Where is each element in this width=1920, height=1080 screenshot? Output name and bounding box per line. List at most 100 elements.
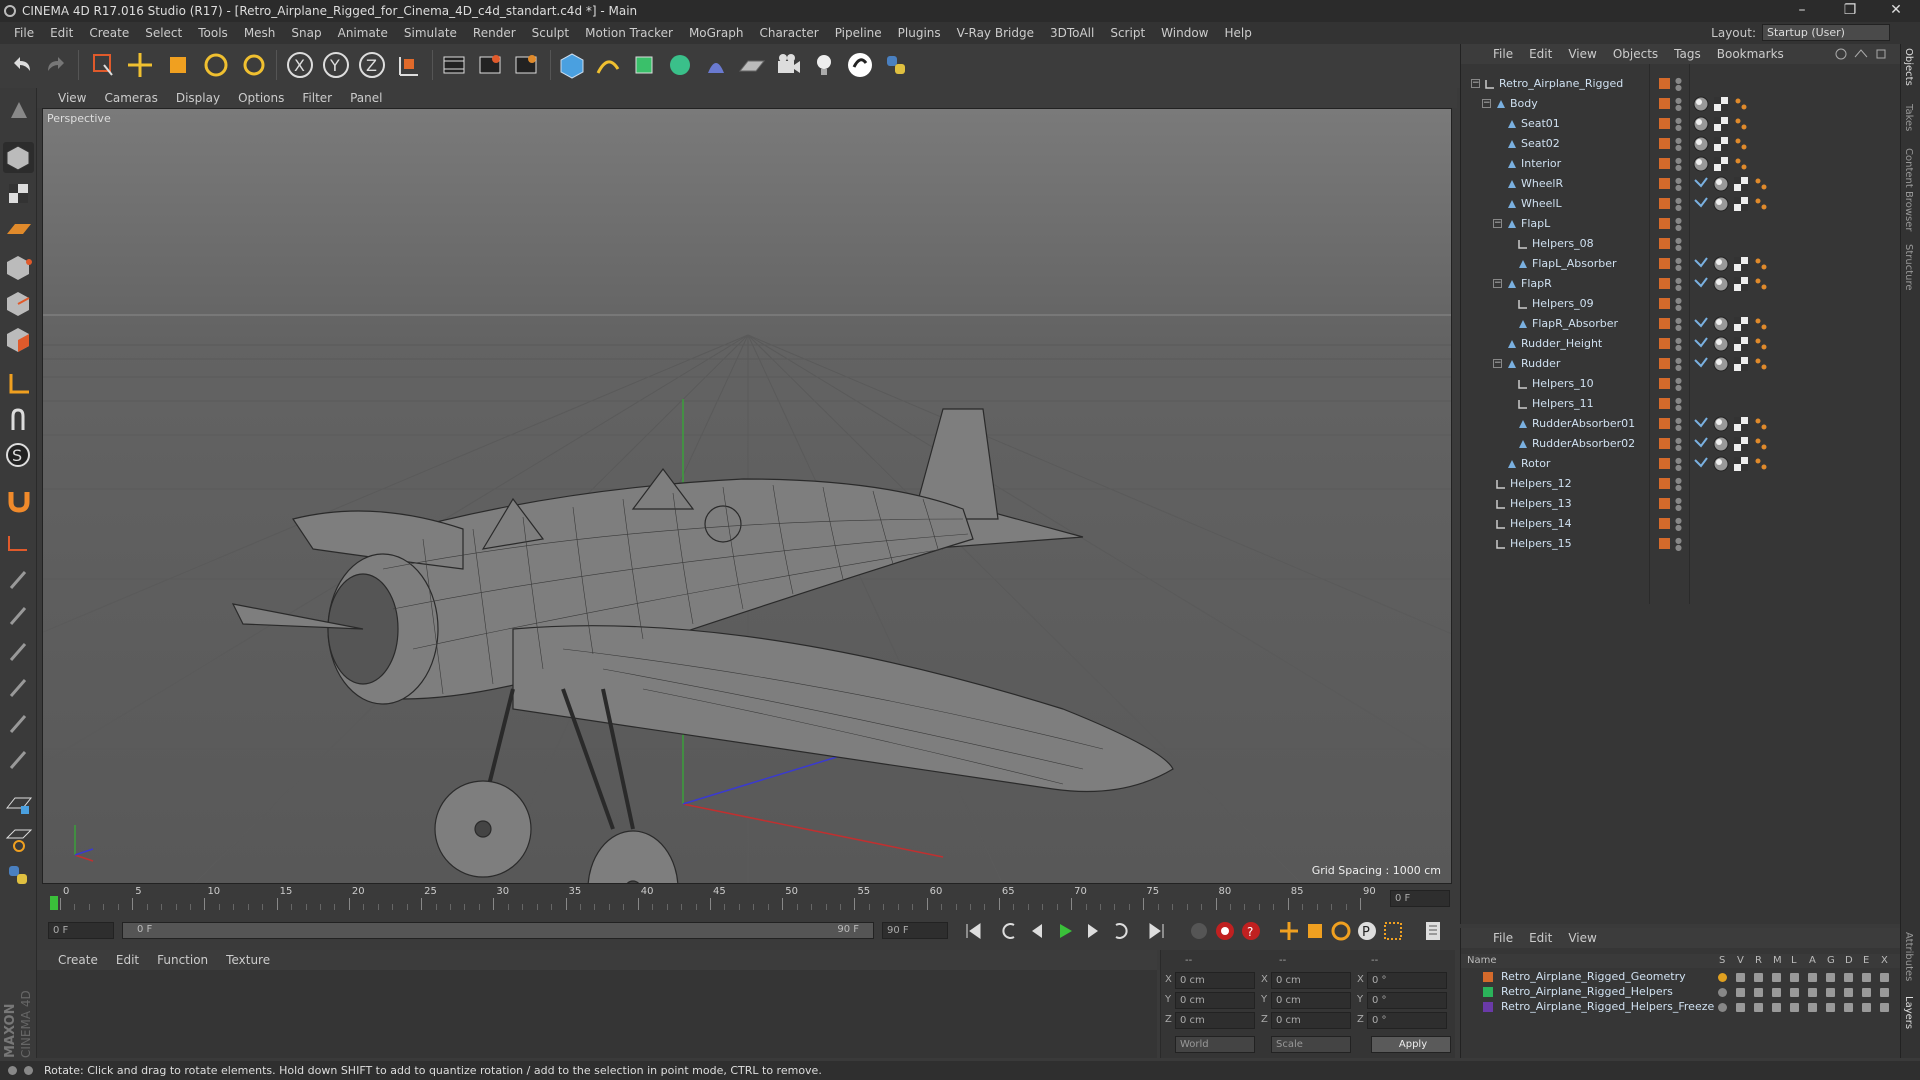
layer-d-toggle-icon[interactable] (1844, 973, 1853, 982)
visibility-toggle-icon[interactable]: ● ● (1675, 517, 1682, 532)
object-row[interactable]: Seat02 ● ● (1461, 134, 1901, 154)
object-row[interactable]: Rotor ● ● (1461, 454, 1901, 474)
paint-brush-icon[interactable] (3, 600, 34, 631)
undo-icon[interactable] (6, 49, 38, 81)
camera-icon[interactable] (772, 49, 804, 81)
layer-g-toggle-icon[interactable] (1826, 973, 1835, 982)
texture-tag-icon[interactable] (1733, 336, 1749, 352)
texture-tag-icon[interactable] (1713, 136, 1729, 152)
polygons-mode-icon[interactable] (3, 324, 34, 355)
menu-pipeline[interactable]: Pipeline (827, 26, 890, 40)
layer-g-toggle-icon[interactable] (1826, 1003, 1835, 1012)
visibility-toggle-icon[interactable]: ● ● (1675, 457, 1682, 472)
material-tag-icon[interactable] (1693, 136, 1709, 152)
weight-tag-icon[interactable] (1733, 156, 1749, 172)
close-button[interactable]: ✕ (1876, 0, 1916, 22)
layer-d-toggle-icon[interactable] (1844, 1003, 1853, 1012)
menu-create[interactable]: Create (81, 26, 137, 40)
next-frame-icon[interactable] (1082, 920, 1104, 942)
visibility-toggle-icon[interactable]: ● ● (1675, 257, 1682, 272)
layer-color-swatch[interactable] (1659, 338, 1670, 349)
layer-x-toggle-icon[interactable] (1880, 973, 1889, 982)
menu-snap[interactable]: Snap (283, 26, 329, 40)
viewport-perspective[interactable]: Perspective Grid Spacing: 1000 cm (42, 108, 1452, 884)
texture-tag-icon[interactable] (1733, 316, 1749, 332)
material-tag-icon[interactable] (1713, 456, 1729, 472)
autokey-icon[interactable]: ? (1240, 920, 1262, 942)
weight-tag-icon[interactable] (1753, 336, 1769, 352)
layer-x-toggle-icon[interactable] (1880, 1003, 1889, 1012)
object-row[interactable]: Helpers_10 ● ● (1461, 374, 1901, 394)
maximize-button[interactable]: ❐ (1830, 0, 1870, 22)
weight-tag-icon[interactable] (1733, 96, 1749, 112)
render-picture-viewer-icon[interactable] (474, 49, 506, 81)
layer-r-toggle-icon[interactable] (1754, 973, 1763, 982)
menu-plugins[interactable]: Plugins (890, 26, 949, 40)
coordinate-space-dropdown[interactable]: World (1175, 1036, 1255, 1053)
layer-v-toggle-icon[interactable] (1736, 1003, 1745, 1012)
cloner-icon[interactable] (664, 49, 696, 81)
texture-mode-icon[interactable] (3, 178, 34, 209)
workplane-lock-icon[interactable] (3, 824, 34, 855)
expand-toggle-icon[interactable]: − (1493, 279, 1502, 288)
menu-mograph[interactable]: MoGraph (681, 26, 752, 40)
floor-icon[interactable] (736, 49, 768, 81)
flatten-brush-icon[interactable] (3, 744, 34, 775)
layer-color-swatch[interactable] (1659, 298, 1670, 309)
timeline-layout-icon[interactable] (1422, 920, 1444, 942)
material-tag-icon[interactable] (1693, 156, 1709, 172)
layer-x-toggle-icon[interactable] (1880, 988, 1889, 997)
layer-color-swatch[interactable] (1659, 178, 1670, 189)
texture-tag-icon[interactable] (1733, 436, 1749, 452)
visibility-toggle-icon[interactable]: ● ● (1675, 417, 1682, 432)
object-row[interactable]: − Retro_Airplane_Rigged ● ● (1461, 74, 1901, 94)
layer-color-swatch[interactable] (1659, 538, 1670, 549)
workplane-icon[interactable] (3, 214, 34, 245)
viewport-menu-filter[interactable]: Filter (293, 91, 341, 105)
visibility-toggle-icon[interactable]: ● ● (1675, 377, 1682, 392)
layer-s-toggle-icon[interactable] (1718, 1003, 1727, 1012)
visibility-toggle-icon[interactable]: ● ● (1675, 177, 1682, 192)
coord-pos-field[interactable]: 0 cm (1175, 1012, 1255, 1029)
make-editable-icon[interactable] (3, 96, 34, 127)
viewport-menu-display[interactable]: Display (167, 91, 229, 105)
texture-tag-icon[interactable] (1733, 416, 1749, 432)
visibility-toggle-icon[interactable]: ● ● (1675, 477, 1682, 492)
end-frame-field[interactable]: 90 F (882, 922, 948, 939)
visibility-toggle-icon[interactable]: ● ● (1675, 77, 1682, 92)
deformer-icon[interactable] (700, 49, 732, 81)
menu-help[interactable]: Help (1216, 26, 1259, 40)
layer-color-swatch[interactable] (1659, 198, 1670, 209)
coord-pos-field[interactable]: 0 cm (1175, 992, 1255, 1009)
ik-tag-icon[interactable] (1693, 336, 1709, 352)
start-frame-field[interactable]: 0 F (48, 922, 114, 939)
key-rotation-icon[interactable] (1330, 920, 1352, 942)
model-mode-icon[interactable] (3, 142, 34, 173)
light-icon[interactable] (808, 49, 840, 81)
layer-color-swatch[interactable] (1659, 98, 1670, 109)
visibility-toggle-icon[interactable]: ● ● (1675, 137, 1682, 152)
layer-v-toggle-icon[interactable] (1736, 973, 1745, 982)
key-position-icon[interactable] (1278, 920, 1300, 942)
layer-color-swatch[interactable] (1483, 987, 1493, 997)
grid-lock-icon[interactable] (3, 788, 34, 819)
play-icon[interactable] (1054, 920, 1076, 942)
key-scale-icon[interactable] (1304, 920, 1326, 942)
weight-tag-icon[interactable] (1753, 276, 1769, 292)
layer-color-swatch[interactable] (1659, 378, 1670, 389)
weight-tag-icon[interactable] (1753, 176, 1769, 192)
menu-script[interactable]: Script (1102, 26, 1153, 40)
layer-color-swatch[interactable] (1659, 278, 1670, 289)
visibility-toggle-icon[interactable]: ● ● (1675, 397, 1682, 412)
layer-d-toggle-icon[interactable] (1844, 988, 1853, 997)
render-settings-icon[interactable] (510, 49, 542, 81)
layer-row[interactable]: Retro_Airplane_Rigged_Helpers_Freeze (1461, 1000, 1901, 1015)
scale-mode-dropdown[interactable]: Scale (1271, 1036, 1351, 1053)
record-icon[interactable] (1214, 920, 1236, 942)
weight-tag-icon[interactable] (1753, 196, 1769, 212)
material-manager-area[interactable] (37, 970, 1157, 1058)
playhead[interactable] (50, 896, 58, 910)
material-tag-icon[interactable] (1713, 316, 1729, 332)
weight-tag-icon[interactable] (1753, 416, 1769, 432)
layer-l-toggle-icon[interactable] (1790, 988, 1799, 997)
